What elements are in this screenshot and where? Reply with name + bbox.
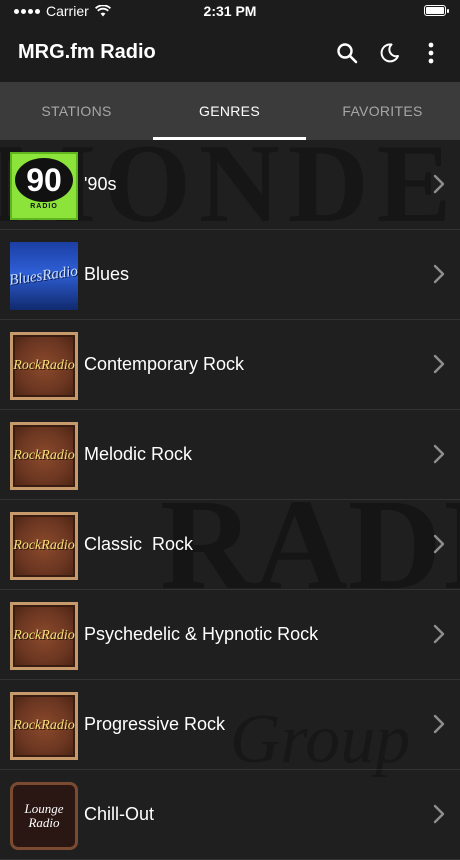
night-mode-button[interactable] <box>372 36 406 70</box>
90s-radio-logo: 90 RADIO <box>10 152 78 220</box>
genre-list: 90 RADIO '90s BluesRadio Blues RockRadio… <box>0 140 460 860</box>
tab-genres[interactable]: GENRES <box>153 82 306 140</box>
rock-radio-logo: RockRadio <box>10 332 78 400</box>
app-actions <box>330 36 448 70</box>
chevron-right-icon <box>433 534 445 554</box>
blues-logo-text: BluesRadio <box>10 262 78 289</box>
search-button[interactable] <box>330 36 364 70</box>
app-title: MRG.fm Radio <box>18 41 156 63</box>
90s-logo-number: 90 <box>15 158 73 202</box>
battery-icon <box>424 5 449 16</box>
lounge-logo-text-1: Lounge <box>24 801 64 816</box>
status-time: 2:31 PM <box>203 3 257 19</box>
chevron-right-icon <box>433 264 445 284</box>
rock-logo-text: RockRadio <box>13 718 75 733</box>
chevron-right-icon <box>433 444 445 464</box>
chevron-right-icon <box>433 624 445 644</box>
tab-stations[interactable]: STATIONS <box>0 82 153 140</box>
rock-radio-logo: RockRadio <box>10 422 78 490</box>
rock-radio-logo: RockRadio <box>10 602 78 670</box>
moon-icon <box>380 43 399 63</box>
genre-row-90s[interactable]: 90 RADIO '90s <box>0 140 460 230</box>
blues-radio-logo: BluesRadio <box>10 242 78 310</box>
rock-logo-text: RockRadio <box>13 358 75 373</box>
tab-bar: STATIONS GENRES FAVORITES <box>0 82 460 140</box>
lounge-logo-text-2: Radio <box>28 815 60 830</box>
chevron-right-icon <box>433 804 445 824</box>
rock-logo-text: RockRadio <box>13 538 75 553</box>
genre-label: Classic Rock <box>84 534 194 554</box>
status-bar: Carrier 2:31 PM <box>0 0 460 24</box>
more-options-button[interactable] <box>414 36 448 70</box>
genre-label: Psychedelic & Hypnotic Rock <box>84 624 319 644</box>
genre-label: Blues <box>84 264 130 284</box>
rock-radio-logo: RockRadio <box>10 692 78 760</box>
active-tab-indicator <box>153 137 306 140</box>
genre-label: Contemporary Rock <box>84 354 245 374</box>
rock-radio-logo: RockRadio <box>10 512 78 580</box>
genre-row-blues[interactable]: BluesRadio Blues <box>0 230 460 320</box>
genre-row-melodic-rock[interactable]: RockRadio Melodic Rock <box>0 410 460 500</box>
90s-logo-subtext: RADIO <box>30 203 58 210</box>
chevron-right-icon <box>433 174 445 194</box>
rock-logo-text: RockRadio <box>13 448 75 463</box>
genre-row-psychedelic-hypnotic-rock[interactable]: RockRadio Psychedelic & Hypnotic Rock <box>0 590 460 680</box>
tab-favorites[interactable]: FAVORITES <box>306 82 459 140</box>
genre-label: '90s <box>84 174 117 194</box>
lounge-radio-logo: Lounge Radio <box>10 782 78 850</box>
genre-label: Progressive Rock <box>84 714 226 734</box>
rock-logo-text: RockRadio <box>13 628 75 643</box>
genre-row-contemporary-rock[interactable]: RockRadio Contemporary Rock <box>0 320 460 410</box>
genre-row-progressive-rock[interactable]: RockRadio Progressive Rock <box>0 680 460 770</box>
more-vertical-icon <box>428 42 434 64</box>
search-icon <box>337 43 358 64</box>
genre-row-chill-out[interactable]: Lounge Radio Chill-Out <box>0 770 460 860</box>
genre-label: Chill-Out <box>84 804 155 824</box>
genre-label: Melodic Rock <box>84 444 193 464</box>
genre-row-classic-rock[interactable]: RockRadio Classic Rock <box>0 500 460 590</box>
app-bar: MRG.fm Radio <box>0 24 460 82</box>
chevron-right-icon <box>433 714 445 734</box>
chevron-right-icon <box>433 354 445 374</box>
